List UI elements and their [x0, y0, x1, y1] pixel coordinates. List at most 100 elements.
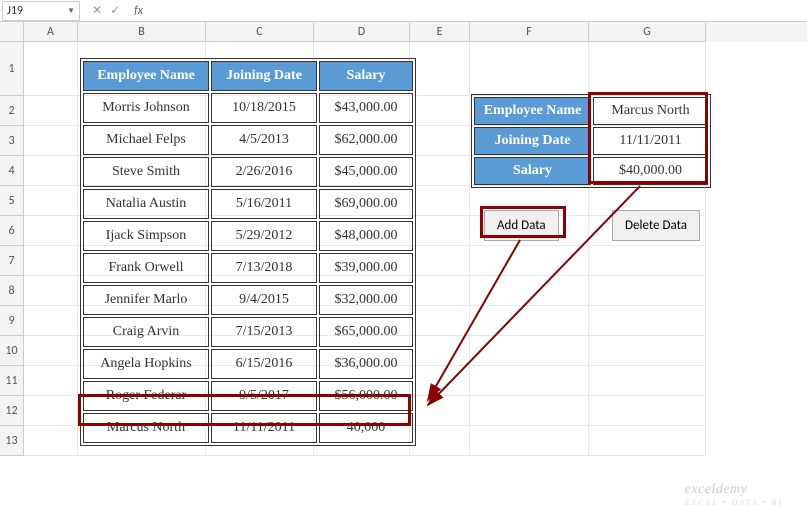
fx-icon[interactable]: fx [134, 4, 143, 18]
cell-date[interactable]: 4/5/2013 [211, 125, 317, 155]
cell[interactable] [24, 156, 78, 186]
cell-date[interactable]: 9/5/2017 [211, 381, 317, 411]
cell[interactable] [589, 366, 706, 396]
row-header-3[interactable]: 3 [0, 126, 24, 156]
cell-salary[interactable]: $43,000.00 [319, 93, 413, 123]
th-salary[interactable]: Salary [319, 61, 413, 91]
form-value[interactable]: Marcus North [593, 97, 708, 125]
row-header-10[interactable]: 10 [0, 336, 24, 366]
cell[interactable] [24, 396, 78, 426]
cell[interactable] [470, 306, 589, 336]
col-header-B[interactable]: B [78, 22, 206, 42]
cell-name[interactable]: Natalia Austin [83, 189, 209, 219]
cell[interactable] [470, 246, 589, 276]
cell[interactable] [24, 126, 78, 156]
cell[interactable] [410, 396, 470, 426]
cell-date[interactable]: 7/15/2013 [211, 317, 317, 347]
cell[interactable] [410, 336, 470, 366]
add-data-button[interactable]: Add Data [484, 210, 559, 241]
cell[interactable] [589, 336, 706, 366]
cell[interactable] [589, 306, 706, 336]
cell[interactable] [24, 42, 78, 96]
select-all-corner[interactable] [0, 22, 24, 42]
row-header-5[interactable]: 5 [0, 186, 24, 216]
delete-data-button[interactable]: Delete Data [612, 210, 700, 241]
cell-date[interactable]: 2/26/2016 [211, 157, 317, 187]
cell-name[interactable]: Ijack Simpson [83, 221, 209, 251]
cell[interactable] [410, 216, 470, 246]
col-header-F[interactable]: F [470, 22, 589, 42]
cell[interactable] [410, 246, 470, 276]
cell[interactable] [589, 246, 706, 276]
cell[interactable] [24, 336, 78, 366]
cell[interactable] [410, 42, 470, 96]
cell-date[interactable]: 7/13/2018 [211, 253, 317, 283]
cell[interactable] [589, 426, 706, 456]
cell-name[interactable]: Angela Hopkins [83, 349, 209, 379]
cell-salary[interactable]: $69,000.00 [319, 189, 413, 219]
cell-name[interactable]: Marcus North [83, 413, 209, 443]
cell-name[interactable]: Morris Johnson [83, 93, 209, 123]
cell-date[interactable]: 5/29/2012 [211, 221, 317, 251]
cell[interactable] [410, 426, 470, 456]
cell[interactable] [589, 276, 706, 306]
cell-salary[interactable]: $32,000.00 [319, 285, 413, 315]
cell-salary[interactable]: $56,000.00 [319, 381, 413, 411]
cell[interactable] [24, 186, 78, 216]
cell[interactable] [24, 276, 78, 306]
row-header-12[interactable]: 12 [0, 396, 24, 426]
cell[interactable] [24, 216, 78, 246]
form-value[interactable]: $40,000.00 [593, 157, 708, 185]
cell-name[interactable]: Jennifer Marlo [83, 285, 209, 315]
cell-date[interactable]: 11/11/2011 [211, 413, 317, 443]
cell[interactable] [24, 246, 78, 276]
row-header-13[interactable]: 13 [0, 426, 24, 456]
col-header-A[interactable]: A [24, 22, 78, 42]
cell[interactable] [470, 396, 589, 426]
cell[interactable] [410, 366, 470, 396]
cell-name[interactable]: Craig Arvin [83, 317, 209, 347]
form-value[interactable]: 11/11/2011 [593, 127, 708, 155]
cell[interactable] [589, 396, 706, 426]
cell[interactable] [470, 336, 589, 366]
cell[interactable] [410, 156, 470, 186]
accept-icon[interactable]: ✓ [110, 3, 120, 18]
cell[interactable] [24, 366, 78, 396]
cell-name[interactable]: Steve Smith [83, 157, 209, 187]
cell[interactable] [470, 426, 589, 456]
cell-name[interactable]: Michael Felps [83, 125, 209, 155]
cell-salary[interactable]: $39,000.00 [319, 253, 413, 283]
cell[interactable] [410, 186, 470, 216]
cell[interactable] [24, 96, 78, 126]
th-name[interactable]: Employee Name [83, 61, 209, 91]
th-date[interactable]: Joining Date [211, 61, 317, 91]
cell[interactable] [470, 276, 589, 306]
cell-salary[interactable]: 40,000 [319, 413, 413, 443]
cell-salary[interactable]: $36,000.00 [319, 349, 413, 379]
col-header-D[interactable]: D [314, 22, 410, 42]
row-header-2[interactable]: 2 [0, 96, 24, 126]
row-header-1[interactable]: 1 [0, 42, 24, 96]
row-header-11[interactable]: 11 [0, 366, 24, 396]
cancel-icon[interactable]: ✕ [92, 3, 102, 18]
cell[interactable] [410, 126, 470, 156]
cell[interactable] [410, 306, 470, 336]
col-header-C[interactable]: C [206, 22, 314, 42]
cell[interactable] [410, 96, 470, 126]
cell-salary[interactable]: $62,000.00 [319, 125, 413, 155]
cell-date[interactable]: 5/16/2011 [211, 189, 317, 219]
row-header-7[interactable]: 7 [0, 246, 24, 276]
cell[interactable] [470, 42, 589, 96]
row-header-8[interactable]: 8 [0, 276, 24, 306]
cell[interactable] [24, 426, 78, 456]
row-header-9[interactable]: 9 [0, 306, 24, 336]
cell-date[interactable]: 6/15/2016 [211, 349, 317, 379]
cell[interactable] [24, 306, 78, 336]
cell[interactable] [589, 42, 706, 96]
cell-date[interactable]: 9/4/2015 [211, 285, 317, 315]
cell[interactable] [470, 366, 589, 396]
row-header-6[interactable]: 6 [0, 216, 24, 246]
name-box[interactable]: J19 ▼ [2, 1, 80, 21]
cell-date[interactable]: 10/18/2015 [211, 93, 317, 123]
cell[interactable] [410, 276, 470, 306]
